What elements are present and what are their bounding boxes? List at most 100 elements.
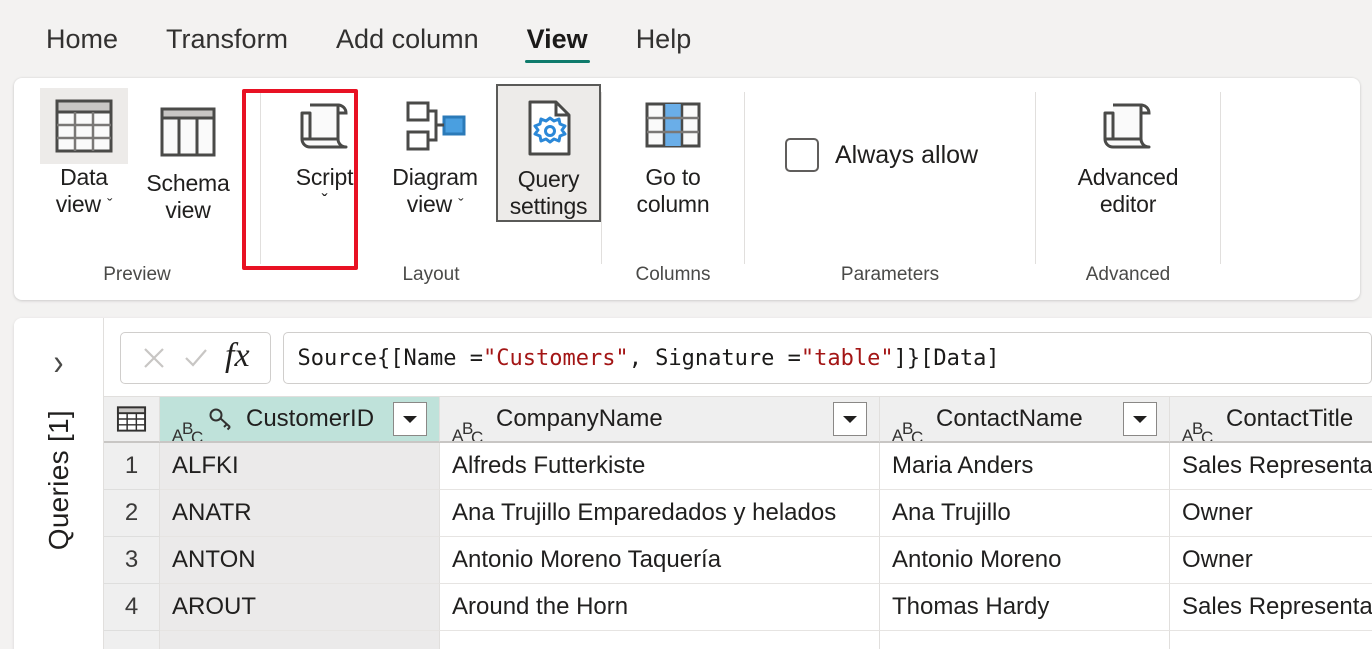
chevron-down-icon[interactable]: ˇ [107, 197, 112, 214]
expand-queries-chevron-icon[interactable]: › [54, 342, 64, 385]
cell-contacttitle[interactable]: Owner [1170, 537, 1372, 584]
grid-header-row: ABC CustomerID ABC [104, 397, 1372, 443]
editor-area: › Queries [1] fx Source{[Name = "Custome… [14, 318, 1372, 649]
diagram-icon [391, 88, 479, 164]
advanced-editor-button[interactable]: Advanced editor [1066, 84, 1190, 218]
table-row[interactable]: 1 ALFKI Alfreds Futterkiste Maria Anders… [104, 443, 1372, 490]
always-allow-checkbox-row[interactable]: Always allow [745, 138, 1018, 172]
script-button[interactable]: Script ˇ [275, 84, 374, 212]
cell-companyname[interactable]: Around the Horn [440, 584, 880, 631]
table-row[interactable]: 4 AROUT Around the Horn Thomas Hardy Sal… [104, 584, 1372, 631]
cell-contacttitle[interactable]: Sales Representative [1170, 443, 1372, 490]
ribbon-group-layout-label: Layout [261, 264, 601, 300]
cell-contactname[interactable]: Ana Trujillo [880, 490, 1170, 537]
data-view-label-line2: view ˇ [56, 191, 113, 218]
query-settings-label-line2: settings [510, 193, 588, 220]
schema-view-label-line2: view [165, 197, 210, 224]
table-row-partial[interactable] [104, 631, 1372, 649]
tab-add-column-label: Add column [336, 24, 479, 55]
cell-contacttitle[interactable]: Sales Representative [1170, 584, 1372, 631]
ribbon-group-preview-label: Preview [14, 264, 260, 300]
script-label-line1: Script [296, 164, 354, 191]
cell-companyname[interactable] [440, 631, 880, 649]
script-chevron-down-icon[interactable]: ˇ [322, 191, 328, 212]
data-view-button[interactable]: Data view ˇ [32, 84, 136, 218]
cell-contactname[interactable]: Thomas Hardy [880, 584, 1170, 631]
cell-customerid[interactable] [160, 631, 440, 649]
query-settings-label-line1: Query [518, 166, 580, 193]
check-icon[interactable] [177, 339, 215, 377]
row-number: 1 [104, 443, 160, 490]
go-to-column-button[interactable]: Go to column [621, 84, 725, 218]
select-all-table-icon[interactable] [104, 397, 160, 442]
formula-part-2: , Signature = [629, 346, 801, 371]
column-header-contactname-label: ContactName [936, 405, 1117, 433]
ribbon-group-parameters: Always allow Parameters [745, 78, 1035, 300]
column-filter-dropdown-contactname[interactable] [1123, 402, 1157, 436]
row-number: 2 [104, 490, 160, 537]
go-to-column-label-line1: Go to [645, 164, 700, 191]
schema-columns-icon [144, 94, 232, 170]
column-header-companyname[interactable]: ABC CompanyName [440, 397, 880, 442]
cell-customerid[interactable]: ANTON [160, 537, 440, 584]
table-grid-icon [40, 88, 128, 164]
tab-home[interactable]: Home [22, 9, 142, 69]
schema-view-button[interactable]: Schema view [136, 84, 240, 224]
tab-view[interactable]: View [503, 9, 612, 69]
cell-contactname[interactable]: Antonio Moreno [880, 537, 1170, 584]
preview-pane: fx Source{[Name = "Customers", Signature… [104, 318, 1372, 649]
formula-part-1: "Customers" [483, 346, 629, 371]
fx-icon[interactable]: fx [219, 337, 256, 379]
cell-contacttitle[interactable]: Owner [1170, 490, 1372, 537]
query-settings-button[interactable]: Query settings [496, 84, 601, 222]
goto-column-icon [629, 88, 717, 164]
always-allow-checkbox[interactable] [785, 138, 819, 172]
formula-bar-controls: fx [120, 332, 271, 384]
cell-companyname[interactable]: Antonio Moreno Taquería [440, 537, 880, 584]
power-query-editor: Home Transform Add column View Help [0, 0, 1372, 649]
tab-help-label: Help [636, 24, 692, 55]
scroll-icon [1084, 88, 1172, 164]
formula-part-0: Source{[Name = [298, 346, 483, 371]
ribbon-group-parameters-label: Parameters [745, 264, 1035, 300]
formula-input[interactable]: Source{[Name = "Customers", Signature = … [283, 332, 1372, 384]
always-allow-label: Always allow [835, 141, 978, 170]
ribbon-filler [1221, 78, 1360, 300]
diagram-view-button[interactable]: Diagram view ˇ [376, 84, 494, 218]
formula-part-3: "table" [801, 346, 894, 371]
table-row[interactable]: 3 ANTON Antonio Moreno Taquería Antonio … [104, 537, 1372, 584]
close-icon[interactable] [135, 339, 173, 377]
advanced-editor-label-line2: editor [1100, 191, 1156, 218]
tab-view-label: View [527, 24, 588, 55]
tab-transform[interactable]: Transform [142, 9, 312, 69]
cell-companyname[interactable]: Alfreds Futterkiste [440, 443, 880, 490]
formula-part-4: ]}[Data] [894, 346, 1000, 371]
diagram-chevron-down-icon[interactable]: ˇ [458, 197, 463, 214]
data-view-label-line2-text: view [56, 191, 101, 217]
column-filter-dropdown-customerid[interactable] [393, 402, 427, 436]
tab-add-column[interactable]: Add column [312, 9, 503, 69]
column-header-customerid[interactable]: ABC CustomerID [160, 397, 440, 442]
cell-customerid[interactable]: ALFKI [160, 443, 440, 490]
ribbon: Data view ˇ [14, 78, 1360, 300]
column-filter-dropdown-companyname[interactable] [833, 402, 867, 436]
cell-customerid[interactable]: ANATR [160, 490, 440, 537]
column-header-contacttitle[interactable]: ABC ContactTitle [1170, 397, 1372, 442]
queries-panel-collapsed[interactable]: › Queries [1] [14, 318, 104, 649]
cell-customerid[interactable]: AROUT [160, 584, 440, 631]
tab-help[interactable]: Help [612, 9, 716, 69]
tab-transform-label: Transform [166, 24, 288, 55]
cell-contacttitle[interactable] [1170, 631, 1372, 649]
column-header-contactname[interactable]: ABC ContactName [880, 397, 1170, 442]
cell-contactname[interactable]: Maria Anders [880, 443, 1170, 490]
diagram-view-label-line2-text: view [407, 191, 452, 217]
cell-companyname[interactable]: Ana Trujillo Emparedados y helados [440, 490, 880, 537]
page-gear-icon [505, 90, 593, 166]
go-to-column-label-line2: column [637, 191, 710, 218]
cell-contactname[interactable] [880, 631, 1170, 649]
table-row[interactable]: 2 ANATR Ana Trujillo Emparedados y helad… [104, 490, 1372, 537]
column-header-contacttitle-label: ContactTitle [1226, 405, 1372, 433]
schema-view-label-line1: Schema [146, 170, 229, 197]
diagram-view-label-line1: Diagram [392, 164, 478, 191]
row-number: 4 [104, 584, 160, 631]
